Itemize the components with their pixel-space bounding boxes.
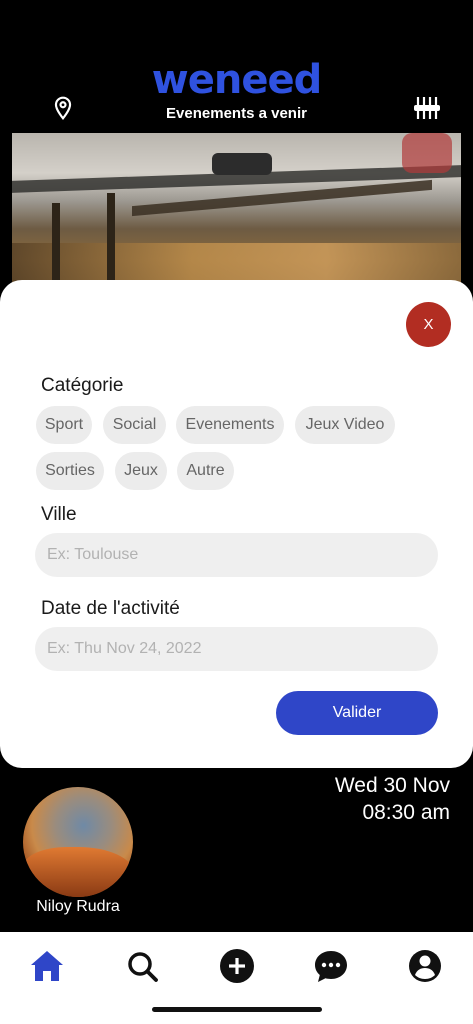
home-indicator [152, 1007, 322, 1012]
search-icon[interactable] [122, 946, 162, 986]
category-chip-sport[interactable]: Sport [36, 406, 92, 444]
city-input[interactable] [35, 533, 438, 577]
event-time: 08:30 am [362, 801, 450, 824]
category-chip-jeux-video[interactable]: Jeux Video [295, 406, 395, 444]
organizer-avatar[interactable] [23, 787, 133, 897]
category-chip-sorties[interactable]: Sorties [36, 452, 104, 490]
user-circle-icon[interactable] [405, 946, 445, 986]
category-chip-evenements[interactable]: Evenements [176, 406, 284, 444]
app-header: weneed Evenements a venir [0, 0, 473, 135]
close-button[interactable]: X [406, 302, 451, 347]
category-chip-autre[interactable]: Autre [177, 452, 234, 490]
plus-circle-icon[interactable] [217, 946, 257, 986]
category-label: Catégorie [41, 375, 124, 396]
date-label: Date de l'activité [41, 598, 180, 619]
category-chip-jeux[interactable]: Jeux [115, 452, 167, 490]
category-chip-social[interactable]: Social [103, 406, 166, 444]
filter-sliders-icon[interactable] [413, 94, 441, 122]
organizer-name: Niloy Rudra [36, 898, 120, 915]
date-input[interactable] [35, 627, 438, 671]
chat-bubble-icon[interactable] [311, 946, 351, 986]
event-banner-image[interactable] [12, 133, 461, 293]
location-pin-icon[interactable] [50, 95, 76, 121]
event-date: Wed 30 Nov [334, 774, 450, 797]
city-label: Ville [41, 504, 77, 525]
event-datetime: Wed 30 Nov 08:30 am [335, 772, 450, 826]
submit-button[interactable]: Valider [276, 691, 438, 735]
home-icon[interactable] [27, 946, 67, 986]
